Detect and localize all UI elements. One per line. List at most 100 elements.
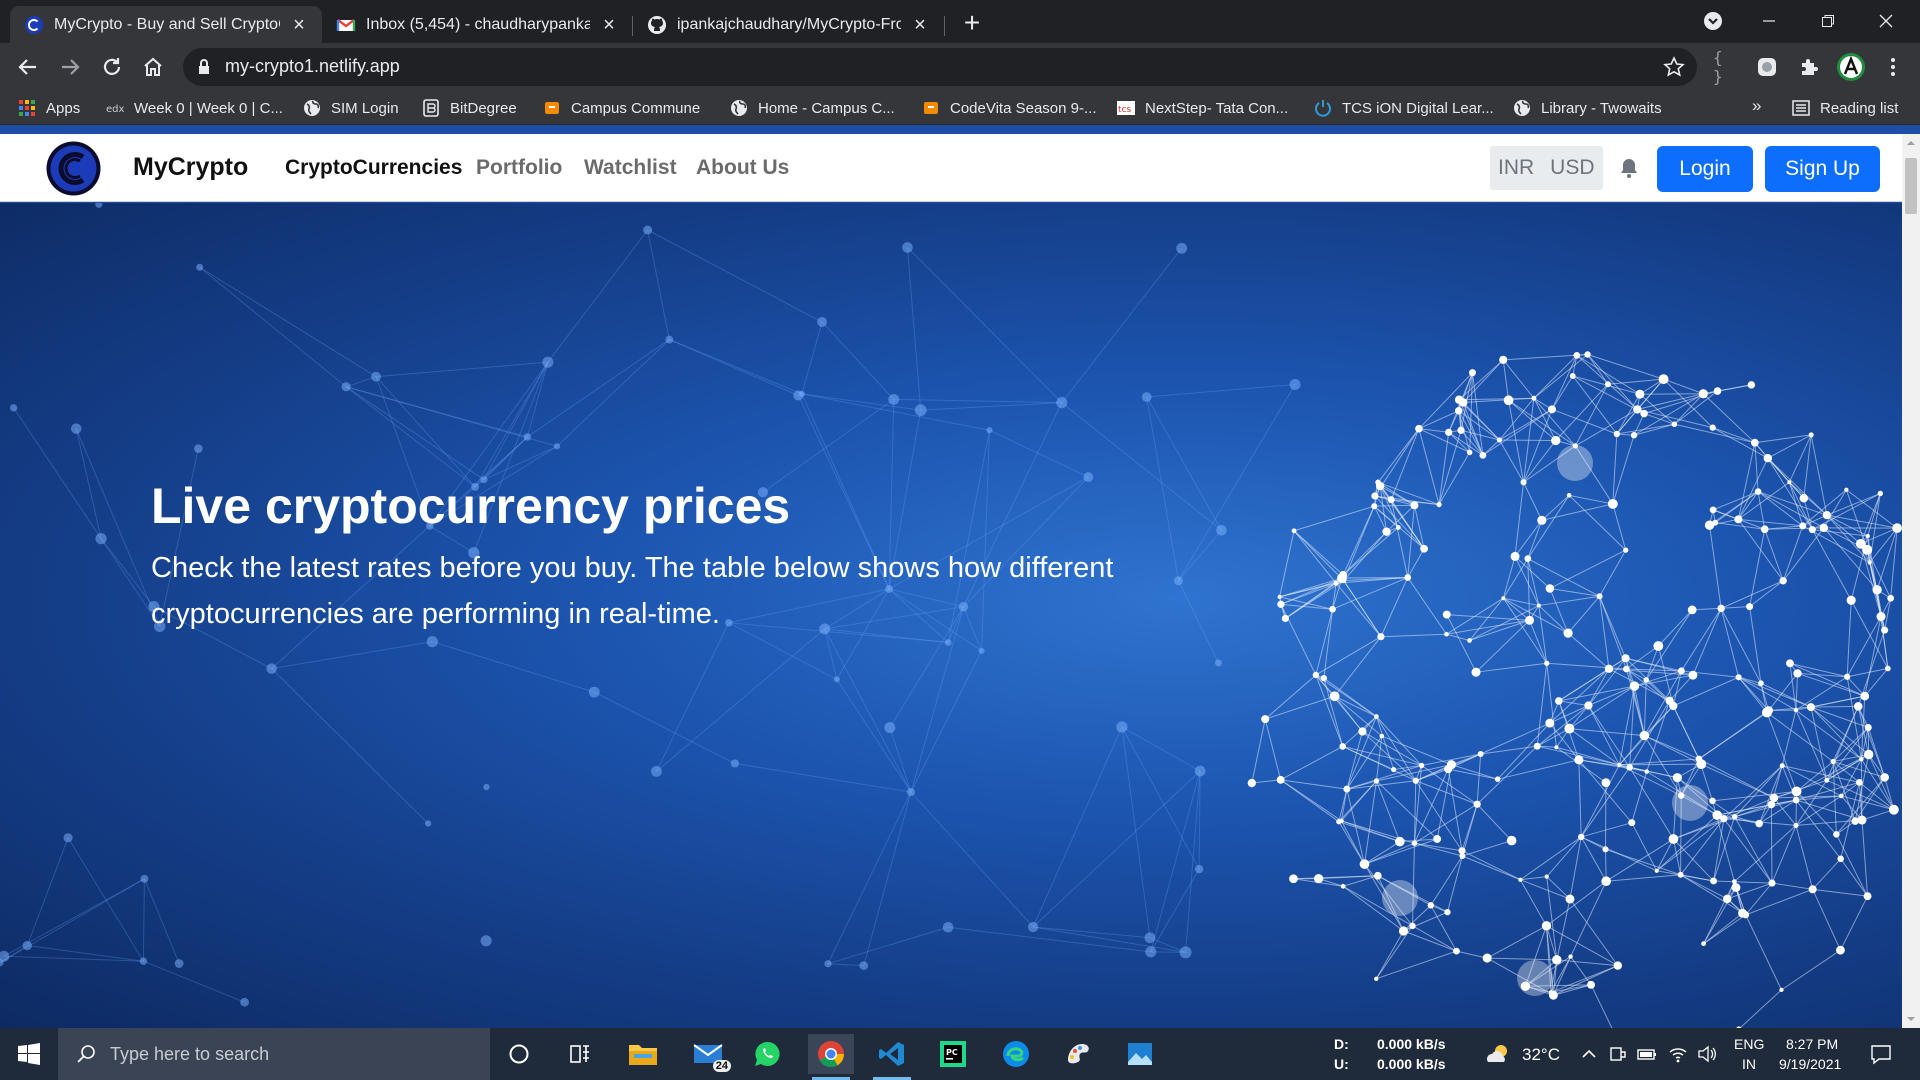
reading-list-label: Reading list [1820,99,1899,117]
tab-github[interactable]: ipankajchaudhary/MyCrypto-Fro × [633,6,943,43]
address-bar[interactable]: my-crypto1.netlify.app [183,48,1697,86]
edge-icon [1003,1041,1029,1067]
minimize-icon [1763,20,1775,22]
new-tab-button[interactable]: + [958,9,986,38]
net-up-label: U: [1334,1056,1349,1072]
edge-app[interactable] [993,1034,1039,1074]
scroll-down-icon[interactable] [1906,1014,1916,1024]
nav-about-us[interactable]: About Us [696,156,789,180]
pycharm-icon: PC [940,1041,966,1067]
chevron-down-icon [1704,12,1722,30]
extensions-puzzle-icon[interactable] [1797,55,1821,79]
svg-text:tcs: tcs [1118,105,1131,115]
paint-icon [1068,1044,1089,1064]
pycharm-app[interactable]: PC [930,1034,976,1074]
mycrypto-icon [25,15,43,34]
notification-center-icon[interactable] [1870,1043,1892,1065]
photos-app[interactable] [1117,1034,1163,1074]
campus-icon [924,102,938,114]
reading-list-button[interactable]: Reading list [1792,97,1898,119]
nav-watchlist[interactable]: Watchlist [584,156,677,180]
restore-icon [1822,15,1834,27]
cortana-button[interactable] [496,1034,542,1074]
restore-button[interactable] [1808,4,1848,38]
vscode-app[interactable] [869,1034,915,1080]
mail-badge: 24 [712,1060,731,1072]
device-icon[interactable] [1608,1044,1628,1064]
bookmark-tcs-ion[interactable]: TCS iON Digital Lear... [1314,97,1494,119]
chrome-app[interactable] [808,1034,854,1080]
login-button[interactable]: Login [1657,146,1753,192]
task-view-button[interactable] [557,1034,603,1074]
photos-icon [1128,1043,1152,1065]
mail-app[interactable]: 24 [685,1034,731,1074]
lock-icon [199,59,209,74]
bookmark-edx[interactable]: edx Week 0 | Week 0 | C... [106,97,283,119]
nav-cryptocurrencies[interactable]: CryptoCurrencies [285,156,462,180]
bookmark-bitdegree[interactable]: BitDegree [422,97,517,119]
volume-icon[interactable] [1697,1044,1717,1064]
bookmark-codevita[interactable]: CodeVita Season 9-... [922,97,1096,119]
close-icon[interactable]: × [600,15,618,35]
bookmark-nextstep[interactable]: tcs NextStep- Tata Con... [1117,97,1288,119]
clock-date: 9/19/2021 [1779,1056,1842,1072]
tab-title: ipankajchaudhary/MyCrypto-Fro [677,15,901,33]
tab-mycrypto[interactable]: MyCrypto - Buy and Sell CryptoC × [10,6,322,43]
tab-search-button[interactable] [1693,4,1733,38]
bookmarks-overflow-button[interactable]: » [1752,96,1761,116]
clock-time[interactable]: 8:27 PM [1786,1036,1838,1052]
language-indicator[interactable]: ENG [1734,1036,1764,1052]
extension-square-icon[interactable] [1755,55,1779,79]
bell-icon[interactable] [1617,156,1641,180]
currency-usd-button[interactable]: USD [1542,146,1602,190]
chevron-up-icon[interactable] [1579,1044,1599,1064]
reading-list-icon [1792,100,1810,116]
whatsapp-icon [755,1041,780,1066]
page-scrollbar[interactable] [1902,134,1920,1028]
paint3d-app[interactable] [1055,1034,1101,1074]
browser-tab-strip: MyCrypto - Buy and Sell CryptoC × Inbox … [0,0,1920,43]
battery-icon[interactable] [1637,1044,1657,1064]
home-button[interactable] [137,51,169,83]
gmail-icon [336,18,356,31]
bookmark-star-icon[interactable] [1663,56,1685,78]
back-arrow-icon [18,59,36,75]
extension-json-icon[interactable]: { } [1713,48,1737,86]
close-icon[interactable]: × [290,15,308,35]
bookmark-label: Library - Twowaits [1541,99,1662,117]
forward-button[interactable] [54,51,86,83]
brand-name[interactable]: MyCrypto [133,153,248,182]
profile-avatar-icon[interactable] [1836,52,1866,82]
bookmark-label: NextStep- Tata Con... [1145,99,1289,117]
mycrypto-logo-icon[interactable] [45,140,102,197]
signup-button[interactable]: Sign Up [1765,146,1880,192]
close-window-button[interactable] [1866,4,1906,38]
start-button[interactable] [0,1028,58,1080]
bookmark-library-twowaits[interactable]: Library - Twowaits [1513,97,1662,119]
currency-inr-button[interactable]: INR [1490,146,1542,190]
weather-partly-cloudy-icon[interactable] [1483,1042,1513,1066]
bookmarks-bar: Apps edx Week 0 | Week 0 | C... SIM Logi… [0,91,1920,125]
nav-portfolio[interactable]: Portfolio [476,156,562,180]
close-icon[interactable]: × [911,15,929,35]
search-placeholder: Type here to search [110,1043,270,1064]
bookmark-sim-login[interactable]: SIM Login [303,97,399,119]
reload-button[interactable] [96,51,128,83]
bookmark-label: Week 0 | Week 0 | C... [134,99,283,117]
bookmark-home-campus[interactable]: Home - Campus C... [730,97,895,119]
tab-gmail[interactable]: Inbox (5,454) - chaudharypankaja × [322,6,632,43]
scroll-up-icon[interactable] [1906,138,1916,148]
browser-menu-icon[interactable] [1881,55,1905,79]
scrollbar-thumb[interactable] [1905,158,1917,214]
bookmark-campus-commune[interactable]: Campus Commune [543,97,700,119]
taskbar-search[interactable]: Type here to search [58,1028,490,1080]
campus-icon [545,102,559,114]
back-button[interactable] [12,51,44,83]
file-explorer-app[interactable] [620,1034,666,1074]
whatsapp-app[interactable] [744,1034,790,1074]
tab-separator [944,16,945,36]
bookmark-label: TCS iON Digital Lear... [1342,99,1494,117]
wifi-icon[interactable] [1668,1044,1688,1064]
minimize-button[interactable] [1749,4,1789,38]
bookmark-apps[interactable]: Apps [18,97,80,119]
